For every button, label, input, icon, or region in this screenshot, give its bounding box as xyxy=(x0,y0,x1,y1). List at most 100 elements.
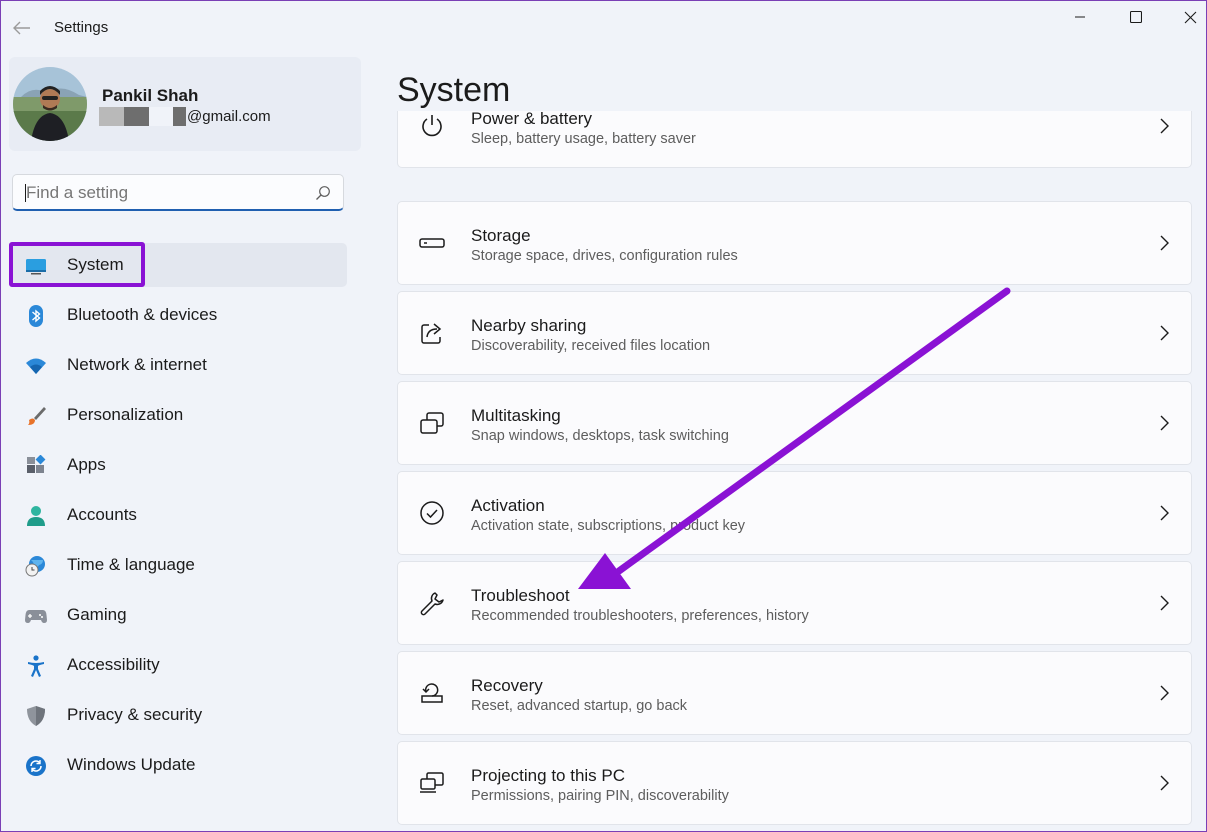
card-activation[interactable]: Activation Activation state, subscriptio… xyxy=(397,471,1192,555)
sidebar-item-apps[interactable]: Apps xyxy=(11,443,347,487)
sidebar-item-accessibility[interactable]: Accessibility xyxy=(11,643,347,687)
sync-icon xyxy=(25,755,47,777)
card-title: Nearby sharing xyxy=(471,316,587,335)
sidebar-item-personalization[interactable]: Personalization xyxy=(11,393,347,437)
wifi-icon xyxy=(25,355,47,377)
chevron-right-icon xyxy=(1157,503,1171,523)
app-title: Settings xyxy=(54,19,109,36)
sidebar-item-time-language[interactable]: Time & language xyxy=(11,543,347,587)
card-subtitle: Activation state, subscriptions, product… xyxy=(471,518,746,534)
card-subtitle: Sleep, battery usage, battery saver xyxy=(471,131,696,147)
close-button[interactable] xyxy=(1167,1,1206,33)
card-subtitle: Storage space, drives, configuration rul… xyxy=(471,248,738,264)
sidebar-item-windows-update[interactable]: Windows Update xyxy=(11,743,347,787)
card-title: Activation xyxy=(471,496,545,515)
recovery-icon xyxy=(418,679,446,707)
sidebar-item-label: Privacy & security xyxy=(67,705,203,724)
apps-icon xyxy=(25,455,47,477)
sidebar-item-label: Accessibility xyxy=(67,655,160,674)
maximize-icon xyxy=(1130,11,1142,23)
checkmark-circle-icon xyxy=(418,499,446,527)
chevron-right-icon xyxy=(1157,413,1171,433)
card-title: Storage xyxy=(471,226,531,245)
sidebar-item-privacy-security[interactable]: Privacy & security xyxy=(11,693,347,737)
sidebar-item-label: Bluetooth & devices xyxy=(67,305,218,324)
chevron-right-icon xyxy=(1157,116,1171,136)
redacted-block xyxy=(173,106,186,126)
chevron-right-icon xyxy=(1157,773,1171,793)
back-button[interactable] xyxy=(9,15,35,41)
profile-card[interactable]: Pankil Shah @gmail.com xyxy=(9,57,361,151)
person-icon xyxy=(25,505,47,527)
sidebar-item-accounts[interactable]: Accounts xyxy=(11,493,347,537)
profile-email: @gmail.com xyxy=(187,107,271,125)
sidebar-item-label: Accounts xyxy=(67,505,137,524)
search-input[interactable] xyxy=(13,175,316,210)
storage-drive-icon xyxy=(418,229,446,257)
card-projecting[interactable]: Projecting to this PC Permissions, pairi… xyxy=(397,741,1192,825)
multitasking-icon xyxy=(418,409,446,437)
sidebar-item-bluetooth[interactable]: Bluetooth & devices xyxy=(11,293,347,337)
search-icon[interactable] xyxy=(315,185,331,201)
settings-list: Power & battery Sleep, battery usage, ba… xyxy=(397,111,1192,831)
sidebar-item-label: Apps xyxy=(67,455,106,474)
sidebar-item-label: Network & internet xyxy=(67,355,207,374)
display-icon xyxy=(25,255,47,277)
maximize-button[interactable] xyxy=(1113,1,1159,33)
sidebar-item-network[interactable]: Network & internet xyxy=(11,343,347,387)
sidebar-item-label: Gaming xyxy=(67,605,127,624)
profile-name: Pankil Shah xyxy=(102,86,199,105)
card-troubleshoot[interactable]: Troubleshoot Recommended troubleshooters… xyxy=(397,561,1192,645)
card-title: Troubleshoot xyxy=(471,586,570,605)
settings-window: Settings Pankil Shah @gmail.com Find a s… xyxy=(0,0,1207,832)
projecting-icon xyxy=(418,769,446,797)
sidebar-item-label: Time & language xyxy=(67,555,195,574)
minimize-icon xyxy=(1075,16,1085,18)
accessibility-icon xyxy=(25,655,47,677)
card-nearby-sharing[interactable]: Nearby sharing Discoverability, received… xyxy=(397,291,1192,375)
close-icon xyxy=(1184,11,1196,23)
card-subtitle: Recommended troubleshooters, preferences… xyxy=(471,608,809,624)
title-bar: Settings xyxy=(1,1,1206,55)
sidebar-item-label: System xyxy=(67,255,124,274)
chevron-right-icon xyxy=(1157,593,1171,613)
sidebar-item-label: Personalization xyxy=(67,405,184,424)
card-multitasking[interactable]: Multitasking Snap windows, desktops, tas… xyxy=(397,381,1192,465)
wrench-icon xyxy=(418,589,446,617)
card-storage[interactable]: Storage Storage space, drives, configura… xyxy=(397,201,1192,285)
text-caret xyxy=(25,184,26,202)
card-title: Multitasking xyxy=(471,406,561,425)
card-title: Projecting to this PC xyxy=(471,766,626,785)
card-title: Power & battery xyxy=(471,111,592,128)
chevron-right-icon xyxy=(1157,233,1171,253)
sidebar-item-gaming[interactable]: Gaming xyxy=(11,593,347,637)
card-subtitle: Discoverability, received files location xyxy=(471,338,711,354)
avatar xyxy=(13,67,87,141)
chevron-right-icon xyxy=(1157,683,1171,703)
sidebar-item-system[interactable]: System xyxy=(11,243,347,287)
card-title: Recovery xyxy=(471,676,543,695)
profile-email-row: @gmail.com xyxy=(99,106,271,126)
card-subtitle: Snap windows, desktops, task switching xyxy=(471,428,729,444)
chevron-right-icon xyxy=(1157,323,1171,343)
share-icon xyxy=(418,319,446,347)
card-power-battery[interactable]: Power & battery Sleep, battery usage, ba… xyxy=(397,111,1192,168)
gamepad-icon xyxy=(25,605,47,627)
card-subtitle: Reset, advanced startup, go back xyxy=(471,698,688,714)
paintbrush-icon xyxy=(25,405,47,427)
bluetooth-icon xyxy=(25,305,47,327)
sidebar-item-label: Windows Update xyxy=(67,755,196,774)
shield-icon xyxy=(25,705,47,727)
card-recovery[interactable]: Recovery Reset, advanced startup, go bac… xyxy=(397,651,1192,735)
search-box[interactable] xyxy=(12,174,344,211)
redacted-block xyxy=(124,106,149,126)
card-subtitle: Permissions, pairing PIN, discoverabilit… xyxy=(471,788,729,804)
minimize-button[interactable] xyxy=(1057,1,1103,33)
globe-clock-icon xyxy=(25,555,47,577)
redacted-block xyxy=(149,106,173,126)
power-icon xyxy=(418,112,446,140)
back-arrow-icon xyxy=(13,21,30,35)
page-title: System xyxy=(397,71,511,109)
redacted-block xyxy=(99,106,124,126)
sidebar-nav: System Bluetooth & devices Network & int… xyxy=(11,243,347,793)
